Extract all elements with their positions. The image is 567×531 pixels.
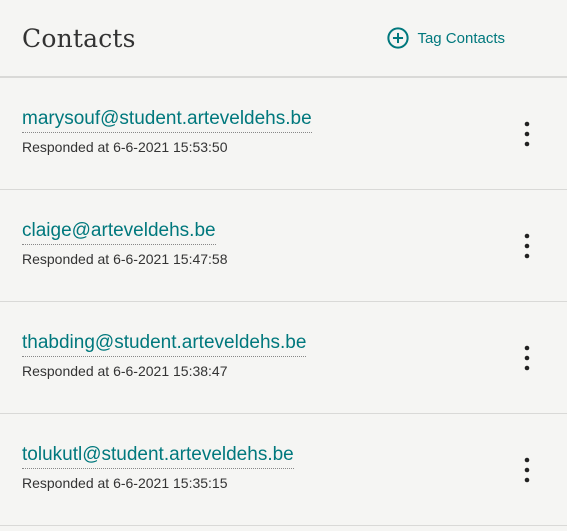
contacts-panel: Contacts Tag Contacts marysouf@student.a… bbox=[0, 0, 567, 531]
tag-contacts-label: Tag Contacts bbox=[417, 29, 505, 47]
contact-email-link[interactable]: thabding@student.arteveldehs.be bbox=[22, 332, 307, 357]
responded-timestamp: Responded at 6-6-2021 15:38:47 bbox=[22, 363, 228, 379]
kebab-menu-icon[interactable] bbox=[521, 457, 533, 483]
kebab-menu-icon[interactable] bbox=[521, 121, 533, 147]
panel-header: Contacts Tag Contacts bbox=[0, 0, 567, 78]
responded-timestamp: Responded at 6-6-2021 15:53:50 bbox=[22, 139, 228, 155]
contact-email-link[interactable]: tolukutl@student.arteveldehs.be bbox=[22, 444, 294, 469]
contact-list: marysouf@student.arteveldehs.be Responde… bbox=[0, 78, 567, 526]
plus-circle-icon bbox=[387, 27, 410, 49]
tag-contacts-button[interactable]: Tag Contacts bbox=[387, 27, 505, 49]
contact-row: thabding@student.arteveldehs.be Responde… bbox=[0, 302, 567, 414]
kebab-menu-icon[interactable] bbox=[521, 345, 533, 371]
contact-row: claige@arteveldehs.be Responded at 6-6-2… bbox=[0, 190, 567, 302]
contact-row: marysouf@student.arteveldehs.be Responde… bbox=[0, 78, 567, 190]
contact-row: tolukutl@student.arteveldehs.be Responde… bbox=[0, 414, 567, 526]
kebab-menu-icon[interactable] bbox=[521, 233, 533, 259]
responded-timestamp: Responded at 6-6-2021 15:47:58 bbox=[22, 251, 228, 267]
page-title: Contacts bbox=[22, 23, 136, 53]
contact-email-link[interactable]: marysouf@student.arteveldehs.be bbox=[22, 108, 312, 133]
responded-timestamp: Responded at 6-6-2021 15:35:15 bbox=[22, 475, 228, 491]
contact-email-link[interactable]: claige@arteveldehs.be bbox=[22, 220, 216, 245]
